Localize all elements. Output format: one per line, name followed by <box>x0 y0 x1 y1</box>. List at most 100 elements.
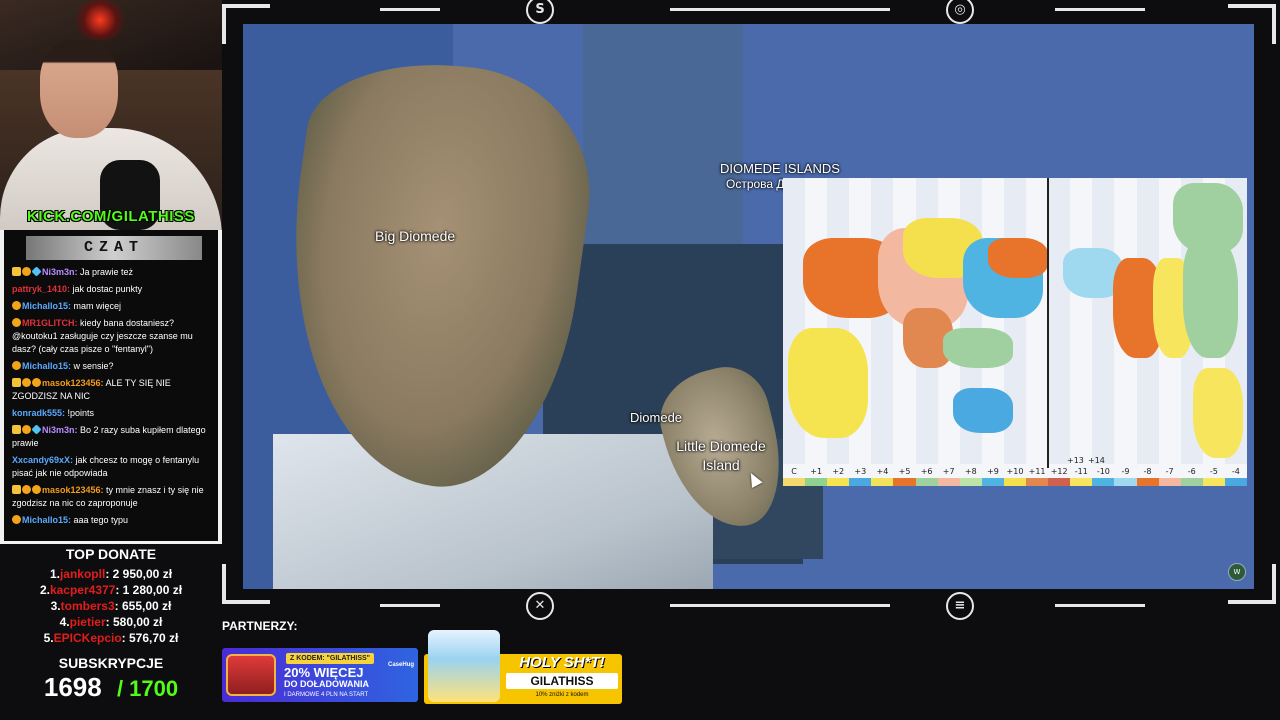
chat-username[interactable]: konradk555: <box>12 408 65 418</box>
tz-south-america <box>1193 368 1243 458</box>
timezone-axis: C +1 +2 +3 +4 +5 +6 +7 +8 +9 +10 +11 +12 -11 -10 -9 -8 -7… <box>783 466 1247 478</box>
top-donate-title: TOP DONATE <box>65 546 157 562</box>
timezone-tick: +5 <box>898 467 911 476</box>
timezone-tick: -6 <box>1187 467 1196 476</box>
donate-name: EPICKepcio <box>53 631 122 645</box>
frame-bottom-right <box>1272 564 1276 604</box>
donate-name: tombers3 <box>60 599 115 613</box>
treasure-chest-icon <box>226 654 276 696</box>
chat-username[interactable]: Ni3m3n: <box>42 425 78 435</box>
timezone-tick: +11 <box>1028 467 1046 476</box>
coin-badge-icon <box>12 301 21 310</box>
chat-message: Michallo15: aaa tego typu <box>12 514 216 527</box>
chat-text: aaa tego typu <box>71 515 129 525</box>
chat-username[interactable]: Michallo15: <box>22 361 71 371</box>
subs-counter: 1698 / 1700 <box>0 672 222 703</box>
stripes-logo-icon-bottom-right: ≡ <box>946 592 974 620</box>
timezone-color-swatch <box>1048 478 1071 486</box>
chat-text: !points <box>65 408 95 418</box>
tz-southeast-asia <box>943 328 1013 368</box>
subs-title: SUBSKRYPCJE <box>58 655 164 671</box>
frame-bottom-right-h <box>1228 600 1276 604</box>
holy-fineprint: 10% zniżki z kodem <box>535 692 589 698</box>
timezone-tick: -7 <box>1165 467 1174 476</box>
timezone-tick: +12 <box>1050 467 1068 476</box>
chat-message: pattryk_1410: jak dostac punkty <box>12 283 216 296</box>
chat-username[interactable]: masok123456: <box>42 378 104 388</box>
timezone-color-swatch <box>871 478 894 486</box>
frame-top-mid-3 <box>1055 8 1145 11</box>
tz-greenland <box>1173 183 1243 253</box>
timezone-stripe <box>1092 178 1115 464</box>
timezone-tick: -4 <box>1231 467 1240 476</box>
coin-badge-icon <box>22 425 31 434</box>
timezone-color-swatch <box>1070 478 1093 486</box>
ocean-tile-top <box>583 24 743 244</box>
timezone-color-swatch <box>1114 478 1137 486</box>
casehug-brand: CaseHug <box>388 662 415 668</box>
chat-message: Michallo15: w sensie? <box>12 360 216 373</box>
chat-username[interactable]: MR1GLITCH: <box>22 318 78 328</box>
donate-name: pietier <box>69 615 106 629</box>
donate-rank: 3. <box>50 599 61 613</box>
chat-message: masok123456: ALE TY SIĘ NIE ZGODZISZ NA … <box>12 377 216 403</box>
timezone-color-swatch <box>959 478 982 486</box>
casehug-banner[interactable]: Z KODEM: "GILATHISS" CaseHug 20% WIĘCEJ … <box>222 648 418 702</box>
timezone-color-swatch <box>893 478 916 486</box>
timezone-stripe <box>1048 178 1071 464</box>
map-corner-logo-icon: W <box>1228 563 1246 581</box>
coin-badge-icon <box>32 378 41 387</box>
chat-username[interactable]: Ni3m3n: <box>42 267 78 277</box>
kick-url: KICK.COM/GILATHISS <box>27 208 195 225</box>
timezone-map-inset: +13 +14 C +1 +2 +3 +4 +5 +6 +7 +8 +9 +10 +11 +12 -11-… <box>783 178 1247 486</box>
frame-top-right-h <box>1228 4 1276 8</box>
chat-username[interactable]: Xxcandy69xX: <box>12 455 73 465</box>
frame-bottom-mid-1 <box>380 604 440 607</box>
donate-amount: : 576,70 zł <box>121 631 179 645</box>
chat-message: Ni3m3n: Ja prawie też <box>12 266 216 279</box>
chat-message: masok123456: ty mnie znasz i ty się nie … <box>12 484 216 510</box>
shared-screen-map[interactable]: Big Diomede Diomede Little Diomede Islan… <box>243 24 1254 589</box>
chat-username[interactable]: Michallo15: <box>22 515 71 525</box>
frame-top-left-h <box>222 4 270 8</box>
chat-username[interactable]: masok123456: <box>42 485 104 495</box>
gem-badge-icon <box>31 424 42 435</box>
subs-goal: / 1700 <box>116 676 179 701</box>
holy-code: GILATHISS <box>506 673 618 689</box>
donate-amount: : 655,00 zł <box>114 599 172 613</box>
casehug-subheadline: DO DOŁADOWANIA <box>284 679 369 689</box>
chat-username[interactable]: pattryk_1410: <box>12 284 70 294</box>
tz-australia <box>953 388 1013 433</box>
donate-name: kacper4377 <box>49 583 116 597</box>
chat-username[interactable]: Michallo15: <box>22 301 71 311</box>
crown-badge-icon <box>12 378 21 387</box>
tz-extra-tick-14: +14 <box>1088 456 1105 465</box>
timezone-tick: +9 <box>986 467 999 476</box>
coin-badge-icon <box>12 318 21 327</box>
casehug-headline: 20% WIĘCEJ <box>284 665 364 680</box>
timezone-tick: +4 <box>876 467 889 476</box>
donate-rank: 5. <box>43 631 54 645</box>
coin-badge-icon <box>22 267 31 276</box>
partners-label: PARTNERZY: <box>222 619 298 633</box>
frame-top-mid-1 <box>380 8 440 11</box>
timezone-tick: +2 <box>832 467 845 476</box>
chat-text: Ja prawie też <box>77 267 134 277</box>
sponsor-logo-icon-top-left: S <box>526 0 554 24</box>
webcam-lamp <box>70 0 130 40</box>
chat-text: w sensie? <box>71 361 114 371</box>
donate-row: 2.kacper4377: 1 280,00 zł <box>0 582 222 598</box>
timezone-color-swatch <box>915 478 938 486</box>
label-little-diomede-line2: Island <box>702 457 740 473</box>
label-little-diomede: Little Diomede Island <box>666 437 776 475</box>
timezone-tick: -9 <box>1121 467 1130 476</box>
international-date-line <box>1047 178 1049 468</box>
timezone-tick: -10 <box>1096 467 1110 476</box>
frame-bottom-left <box>222 564 226 604</box>
timezone-color-swatch <box>1003 478 1027 486</box>
holy-title: HOLY SH*T! <box>519 654 605 671</box>
frame-top-mid-2 <box>670 8 890 11</box>
chat-messages: Ni3m3n: Ja prawie też pattryk_1410: jak d… <box>12 266 216 531</box>
crosshatch-logo-icon-bottom-left: ✕ <box>526 592 554 620</box>
holy-banner[interactable]: HOLY SH*T! GILATHISS 10% zniżki z kodem <box>424 630 622 704</box>
